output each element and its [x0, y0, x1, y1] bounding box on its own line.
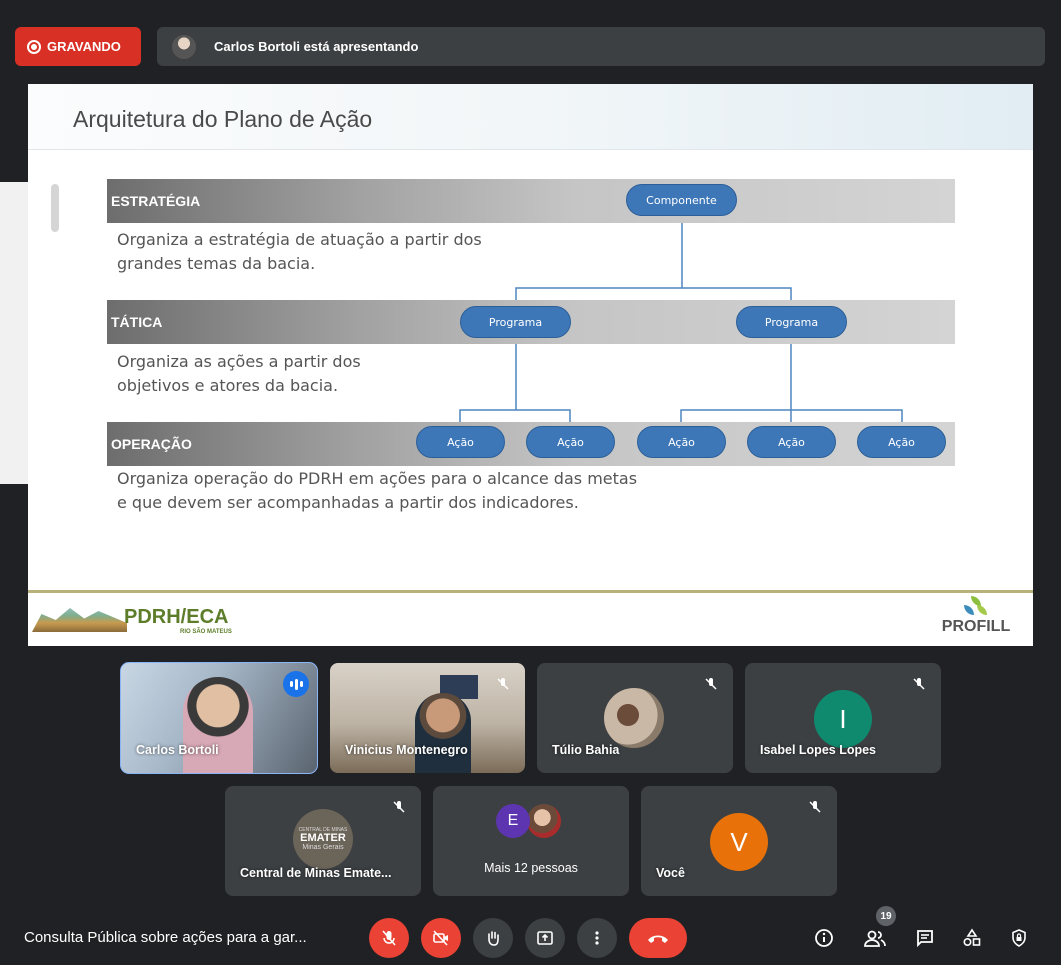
logo-line: EMATER [300, 831, 346, 844]
band-estrategia: ESTRATÉGIA [107, 179, 955, 223]
node-acao: Ação [526, 426, 615, 458]
band-description: Organiza a estratégia de atuação a parti… [117, 228, 482, 276]
video-feed [415, 693, 471, 773]
presented-slide: Arquitetura do Plano de Ação ESTRATÉGIA … [28, 84, 1033, 646]
slide-footer-divider [28, 590, 1033, 593]
speaking-indicator-icon [283, 671, 309, 697]
description-line: Organiza operação do PDRH em ações para … [117, 469, 638, 488]
slide-side-strip [0, 182, 28, 484]
participant-name: Central de Minas Emate... [240, 866, 392, 880]
mic-off-icon [387, 795, 411, 819]
band-label: TÁTICA [111, 314, 163, 330]
meeting-details-button[interactable] [808, 922, 840, 954]
band-label: ESTRATÉGIA [111, 193, 201, 209]
leaves-icon [964, 596, 988, 616]
recording-badge[interactable]: GRAVANDO [15, 27, 141, 66]
node-componente: Componente [626, 184, 737, 216]
node-acao: Ação [416, 426, 505, 458]
present-screen-button[interactable] [525, 918, 565, 958]
host-controls-icon [1012, 929, 1026, 947]
band-label: OPERAÇÃO [111, 436, 192, 452]
mic-off-icon [699, 672, 723, 696]
landscape-icon [32, 608, 127, 632]
description-line: objetivos e atores da bacia. [117, 376, 339, 395]
node-acao: Ação [857, 426, 946, 458]
participant-tile-voce[interactable]: V Você [641, 786, 837, 896]
description-line: Organiza as ações a partir dos [117, 352, 361, 371]
mic-off-icon [382, 930, 396, 946]
people-count-badge: 19 [876, 906, 896, 926]
participant-photo [527, 804, 561, 838]
participant-logo: CENTRAL DE MINAS EMATER Minas Gerais [293, 809, 353, 869]
presenting-label: Carlos Bortoli está apresentando [214, 39, 419, 54]
logo-line: Minas Gerais [302, 843, 344, 851]
presenter-avatar [172, 34, 196, 59]
pdrh-logo: PDRH/ECA RIO SÃO MATEUS [32, 602, 252, 638]
camera-off-icon [433, 930, 448, 946]
record-icon [27, 39, 41, 54]
participant-name: Você [656, 866, 685, 880]
mic-toggle-button[interactable] [369, 918, 409, 958]
people-icon [864, 930, 886, 947]
host-controls-button[interactable] [1003, 922, 1035, 954]
participant-tile-central-minas[interactable]: CENTRAL DE MINAS EMATER Minas Gerais Cen… [225, 786, 421, 896]
description-line: Organiza a estratégia de atuação a parti… [117, 230, 482, 249]
info-icon [815, 929, 833, 947]
camera-toggle-button[interactable] [421, 918, 461, 958]
more-participants-label: Mais 12 pessoas [484, 861, 578, 875]
mic-off-icon [803, 795, 827, 819]
participant-tile-carlos[interactable]: Carlos Bortoli [120, 662, 318, 774]
end-call-icon [648, 935, 668, 943]
chat-icon [917, 930, 933, 948]
participant-name: Túlio Bahia [552, 743, 620, 757]
presenting-banner: Carlos Bortoli está apresentando [157, 27, 1045, 66]
meeting-title[interactable]: Consulta Pública sobre ações para a gar.… [24, 929, 307, 946]
profill-logo-text: PROFILL [941, 618, 1011, 635]
band-description: Organiza as ações a partir dos objetivos… [117, 350, 361, 398]
recording-label: GRAVANDO [47, 39, 121, 54]
participant-name: Isabel Lopes Lopes [760, 743, 877, 757]
leave-call-button[interactable] [629, 918, 687, 958]
participant-tile-isabel[interactable]: I Isabel Lopes Lopes [745, 663, 941, 773]
description-line: e que devem ser acompanhadas a partir do… [117, 493, 579, 512]
participant-photo [604, 688, 664, 748]
more-participants-tile[interactable]: E Mais 12 pessoas [433, 786, 629, 896]
participant-avatar: I [814, 690, 872, 748]
profill-logo: PROFILL [936, 596, 1016, 642]
participant-name: Carlos Bortoli [136, 743, 219, 757]
description-line: grandes temas da bacia. [117, 254, 316, 273]
raise-hand-button[interactable] [473, 918, 513, 958]
people-button[interactable] [859, 922, 891, 954]
chat-button[interactable] [909, 922, 941, 954]
pdrh-logo-sub: RIO SÃO MATEUS [180, 629, 232, 635]
participant-name: Vinicius Montenegro [345, 743, 468, 757]
raise-hand-icon [488, 931, 499, 946]
more-options-button[interactable] [577, 918, 617, 958]
mic-off-icon [907, 672, 931, 696]
activities-icon [963, 928, 981, 947]
node-acao: Ação [637, 426, 726, 458]
present-icon [537, 931, 553, 945]
participant-tile-vinicius[interactable]: Vinicius Montenegro [330, 663, 525, 773]
node-acao: Ação [747, 426, 836, 458]
participant-avatar: E [496, 804, 530, 838]
participant-avatar: V [710, 813, 768, 871]
mic-off-icon [491, 672, 515, 696]
pdrh-logo-text: PDRH/ECA [124, 606, 229, 628]
node-programa: Programa [736, 306, 847, 338]
participant-tile-tulio[interactable]: Túlio Bahia [537, 663, 733, 773]
node-programa: Programa [460, 306, 571, 338]
band-description: Organiza operação do PDRH em ações para … [117, 467, 637, 515]
more-icon [595, 931, 599, 945]
activities-button[interactable] [956, 922, 988, 954]
video-feed [183, 677, 253, 773]
